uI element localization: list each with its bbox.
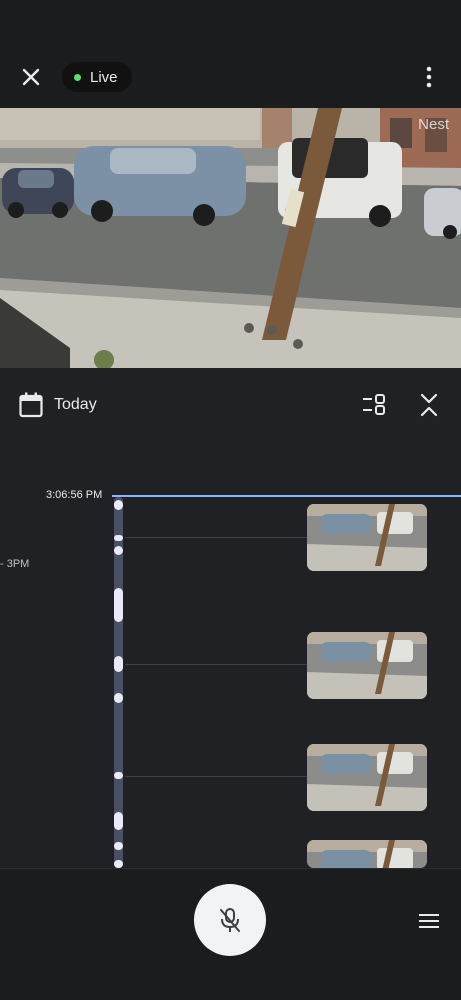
event-marker[interactable] [114,656,123,672]
top-bar [0,0,461,108]
calendar-icon [19,392,43,418]
close-button[interactable] [18,64,44,90]
event-marker[interactable] [114,860,123,868]
calendar-button[interactable] [18,391,44,419]
date-label[interactable]: Today [54,396,97,414]
close-icon [22,68,40,86]
filter-button[interactable] [361,392,389,418]
hour-marker: - 3PM [0,558,30,570]
event-thumbnail-image [307,744,427,811]
menu-icon [419,914,439,928]
event-thumbnail[interactable] [307,504,427,571]
event-marker[interactable] [114,500,123,510]
event-thumbnail-image [307,504,427,571]
event-marker[interactable] [114,535,123,541]
collapse-icon [420,393,438,417]
menu-button[interactable] [417,909,441,933]
event-thumbnail[interactable] [307,840,427,868]
event-thumbnail[interactable] [307,632,427,699]
mic-off-icon [220,908,240,932]
filter-icon [363,394,385,415]
more-vert-icon [426,66,432,88]
more-options-button[interactable] [418,64,440,90]
event-marker[interactable] [114,842,123,850]
live-indicator[interactable]: Live [62,62,132,92]
nest-watermark: Nest [418,116,449,133]
event-thumbnail[interactable] [307,744,427,811]
live-status-dot [74,73,81,81]
current-time-label: 3:06:56 PM [46,489,103,501]
street-scene-image [0,108,461,368]
event-thumbnail-image [307,840,427,868]
event-marker[interactable] [114,772,123,779]
event-thumbnail-image [307,632,427,699]
collapse-button[interactable] [417,392,441,418]
event-marker[interactable] [114,693,123,703]
current-time-line [112,495,461,497]
event-marker[interactable] [114,812,123,830]
microphone-button[interactable] [194,884,266,956]
camera-live-view[interactable] [0,108,461,368]
event-marker[interactable] [114,546,123,555]
live-label: Live [90,68,118,86]
event-marker[interactable] [114,588,123,622]
